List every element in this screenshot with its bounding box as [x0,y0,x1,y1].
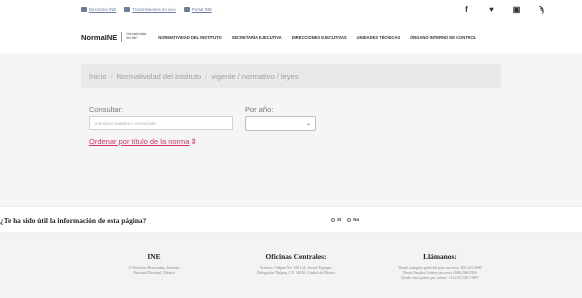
footer: INE ® Derechos Reservados, Instituto Nac… [0,233,582,298]
feedback-no-option[interactable]: No [347,217,359,222]
brand-name: NormaINE [81,32,118,42]
feedback-question: ¿Te ha sido útil la información de esta … [0,216,147,225]
top-link-transmissions[interactable]: Transmisiones en vivo [124,7,176,12]
transparency-icon [124,7,131,12]
search-input[interactable] [89,116,233,130]
order-by-title-link[interactable]: Ordenar por título de la norma⇕ [89,137,197,146]
sort-icon: ⇕ [190,137,197,146]
year-label: Por año: [245,105,274,114]
nav-item-unidades[interactable]: UNIDADES TÉCNICAS [357,35,400,40]
top-link-portal[interactable]: Portal INE [183,7,212,12]
footer-title: Llámanos: [423,252,457,261]
breadcrumb-current: vigente / normativo / leyes [211,71,299,81]
breadcrumb-separator: / [205,71,208,81]
youtube-icon[interactable]: ▣ [512,5,521,14]
nav-item-secretaria[interactable]: SECRETARÍA EJECUTIVA [232,35,282,40]
portal-icon [183,7,190,12]
footer-col-ine: INE ® Derechos Reservados, Instituto Nac… [101,252,207,276]
feedback-options: Sí No [331,217,359,222]
radio-icon [331,217,335,222]
feedback-bar: ¿Te ha sido útil la información de esta … [0,206,582,233]
breadcrumb: Inicio / Normatividad del Instituto / vi… [81,64,501,88]
nav-item-direcciones[interactable]: DIRECCIONES EJECUTIVAS [292,35,347,40]
nav-menu: NORMATIVIDAD DEL INSTITUTO SECRETARÍA EJ… [158,35,476,40]
top-utility-bar: Directorio INE Transmisiones en vivo Por… [0,0,582,22]
breadcrumb-separator: / [110,71,113,81]
breadcrumb-normatividad[interactable]: Normatividad del Instituto [117,72,202,81]
footer-col-contact: Llámanos: Desde cualquier parte del país… [385,252,495,281]
facebook-icon[interactable]: f [462,5,471,14]
footer-line: Delegación Tlalpan, C.P. 14610, Ciudad d… [256,271,336,275]
radio-icon [347,217,352,222]
footer-line: Nacional Electoral, México [133,271,175,275]
order-link-label: Ordenar por título de la norma [89,137,190,146]
chevron-down-icon: ⌄ [305,121,311,127]
brand-logo[interactable]: NormaINE Normatividad del INE [81,32,146,42]
year-select[interactable]: ⌄ [245,116,316,131]
footer-title: INE [147,252,161,261]
top-links: Directorio INE Transmisiones en vivo Por… [81,7,212,12]
twitter-icon[interactable]: ♥ [487,5,496,14]
footer-title: Oficinas Centrales: [265,252,327,261]
social-links: f ♥ ▣ ϡ [462,5,546,14]
main-navbar: NormaINE Normatividad del INE NORMATIVID… [81,30,531,44]
top-link-directory[interactable]: Directorio INE [81,7,116,12]
feedback-yes-option[interactable]: Sí [331,217,341,222]
breadcrumb-home[interactable]: Inicio [89,72,107,81]
directory-icon [81,7,87,12]
brand-divider [121,32,123,42]
consult-label: Consultar: [89,105,124,114]
footer-col-offices: Oficinas Centrales: Viaducto Tlalpan No.… [243,252,349,276]
rss-icon[interactable]: ϡ [537,5,546,14]
footer-line: Desde otros países por cobrar: +52 (55) … [401,276,479,280]
nav-item-organo[interactable]: ÓRGANO INTERNO DE CONTROL [410,35,476,40]
nav-item-normatividad[interactable]: NORMATIVIDAD DEL INSTITUTO [158,35,221,40]
brand-subtitle: Normatividad del INE [126,32,147,40]
